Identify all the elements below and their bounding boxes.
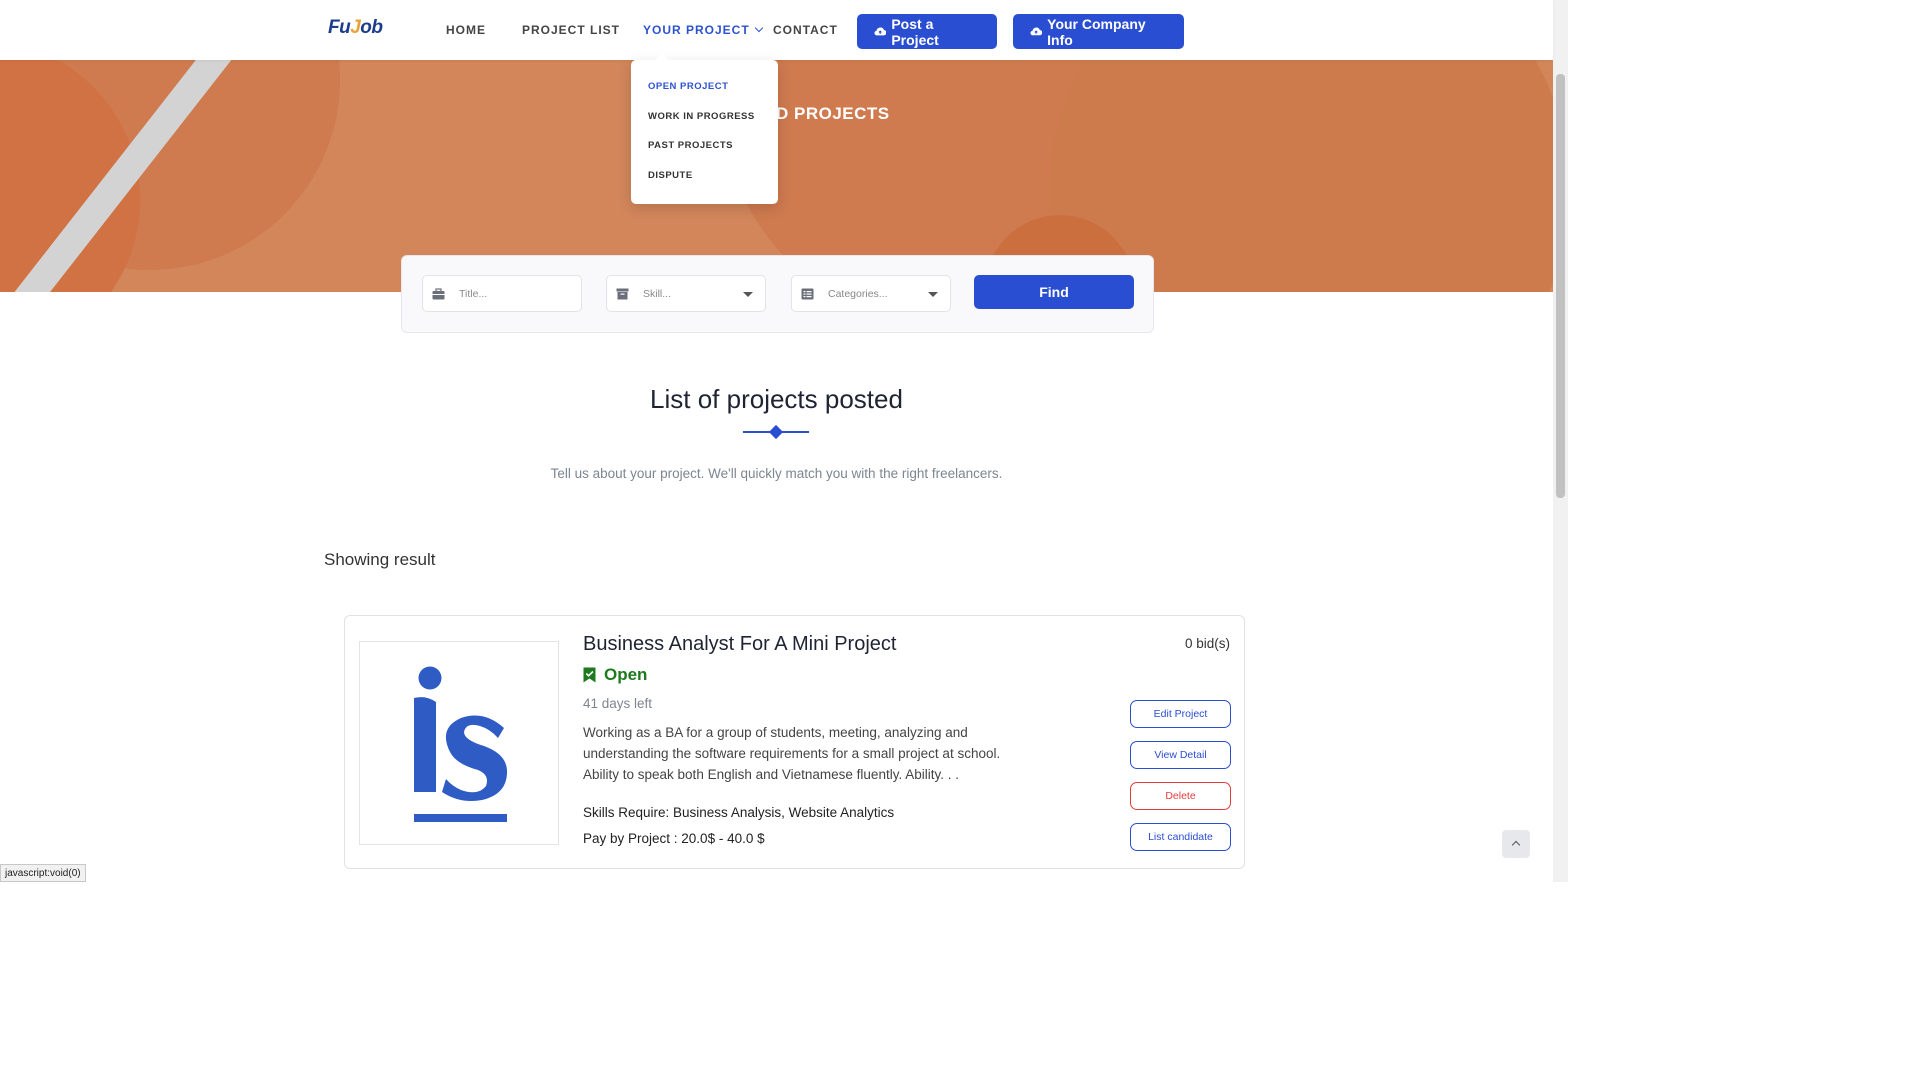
company-info-button[interactable]: Your Company Info [1013,14,1184,49]
section-subtitle: Tell us about your project. We'll quickl… [550,466,1003,481]
dropdown-item-past-projects[interactable]: PAST PROJECTS [648,140,733,151]
status-badge: Open [583,665,647,685]
statusbar-url: javascript:void(0) [0,864,86,882]
list-candidate-button[interactable]: List candidate [1130,823,1231,851]
post-project-button[interactable]: Post a Project [857,14,997,49]
logo-text: Fu [328,17,351,38]
project-card: Business Analyst For A Mini Project Open… [344,615,1245,869]
post-project-label: Post a Project [891,15,939,48]
logo-text: ob [360,17,383,38]
top-navbar: FuJob HOME PROJECT LIST YOUR PROJECT CON… [0,0,1553,60]
project-description: Working as a BA for a group of students,… [583,725,1001,782]
archive-icon [616,288,629,300]
nav-your-project[interactable]: YOUR PROJECT [643,23,763,37]
section-title: List of projects posted [650,384,903,414]
logo-accent: J [350,17,361,38]
showing-result-label: Showing result [324,550,436,569]
page-scrollbar[interactable] [1553,0,1568,882]
time-left: 41 days left [583,696,653,711]
your-project-dropdown: OPEN PROJECT WORK IN PROGRESS PAST PROJE… [631,60,778,204]
scrollbar-thumb[interactable] [1556,74,1565,498]
logo[interactable]: FuJob [328,17,383,39]
status-label: Open [604,665,648,684]
nav-your-project-label: YOUR PROJECT [643,23,750,37]
bid-count: 0 bid(s) [1184,636,1230,651]
nav-contact[interactable]: CONTACT [773,23,838,37]
delete-button[interactable]: Delete [1130,782,1231,810]
briefcase-icon [432,288,445,300]
dropdown-item-open-project[interactable]: OPEN PROJECT [648,81,728,92]
skill-placeholder: Skill... [643,288,672,300]
chevron-down-icon [754,23,763,33]
dropdown-item-dispute[interactable]: DISPUTE [648,170,693,181]
edit-project-button[interactable]: Edit Project [1130,700,1231,728]
project-title[interactable]: Business Analyst For A Mini Project [583,633,896,656]
nav-project-list[interactable]: PROJECT LIST [522,23,620,37]
categories-select[interactable]: Categories... [791,275,951,312]
cloud-upload-icon [1030,27,1043,36]
caret-down-icon [743,292,753,297]
page: D PROJECTS FuJob HOME PROJECT LIST YOUR … [0,0,1568,882]
company-logo-image [414,666,508,822]
dropdown-item-work-in-progress[interactable]: WORK IN PROGRESS [648,111,755,122]
categories-placeholder: Categories... [828,288,888,300]
divider-diamond [768,424,784,440]
search-panel: Title... Skill... Categories... Find [401,255,1154,333]
title-search-input[interactable]: Title... [422,275,582,312]
pay-range: Pay by Project : 20.0$ - 40.0 $ [583,831,765,846]
skill-select[interactable]: Skill... [606,275,766,312]
back-to-top-button[interactable] [1502,830,1530,858]
find-button[interactable]: Find [974,275,1134,309]
bookmark-check-icon [583,667,596,683]
cloud-upload-icon [874,27,887,36]
hero-title: D PROJECTS [776,104,890,123]
list-icon [801,288,814,300]
view-detail-button[interactable]: View Detail [1130,741,1231,769]
project-thumbnail[interactable] [359,641,559,845]
caret-down-icon [928,292,938,297]
title-placeholder: Title... [459,288,488,300]
skills-required: Skills Require: Business Analysis, Websi… [583,805,895,820]
nav-home[interactable]: HOME [446,23,486,37]
company-info-label: Your Company Info [1047,15,1146,48]
